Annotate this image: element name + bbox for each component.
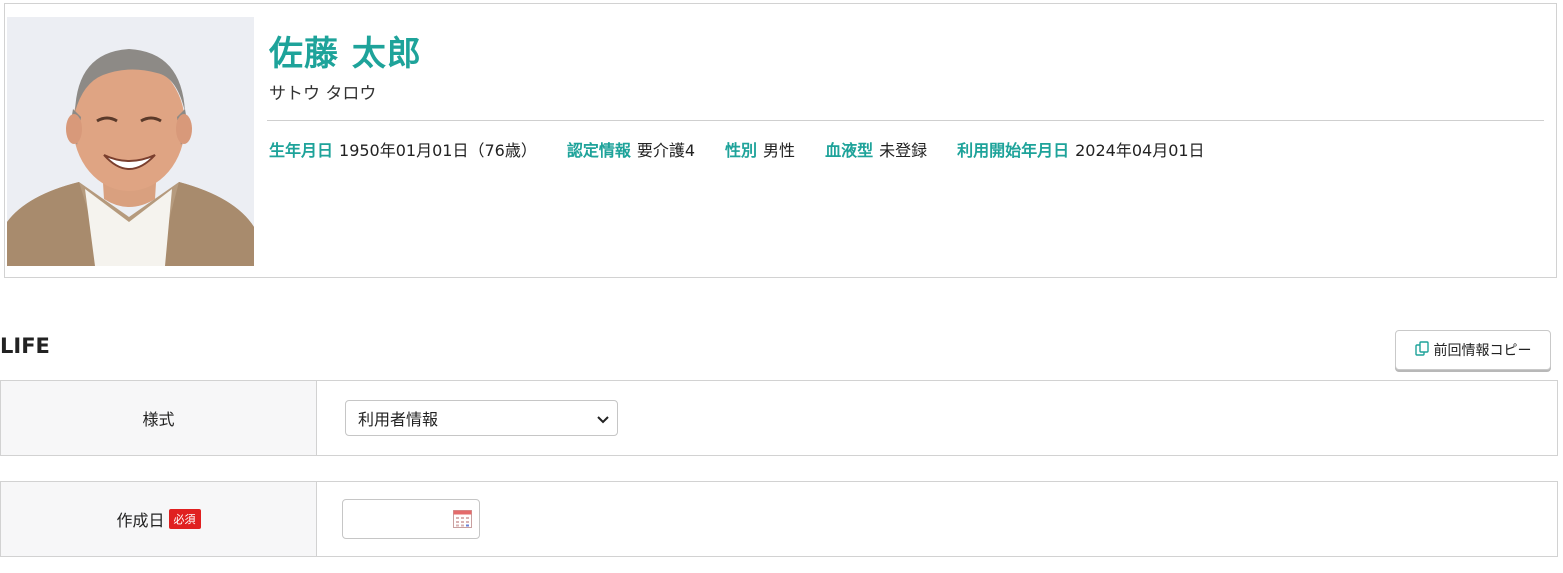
copy-icon [1414, 340, 1434, 360]
profile-divider [267, 120, 1544, 121]
style-select-value: 利用者情報 [358, 410, 439, 429]
form-row-style: 様式 利用者情報 [0, 380, 1558, 456]
created-date-label-cell: 作成日 必須 [1, 482, 317, 556]
created-date-label: 作成日 [116, 511, 165, 530]
required-badge: 必須 [168, 509, 201, 529]
created-date-input[interactable] [342, 499, 480, 539]
info-label: 利用開始年月日 [957, 141, 1070, 160]
info-care-level: 認定情報 要介護4 [567, 137, 695, 161]
info-birthdate: 生年月日 1950年01月01日（76歳） [269, 137, 537, 161]
info-value: 1950年01月01日（76歳） [339, 141, 537, 160]
form-row-created-date: 作成日 必須 [0, 481, 1558, 557]
user-name-kana: サトウ タロウ [269, 84, 377, 104]
info-start-date: 利用開始年月日 2024年04月01日 [957, 137, 1204, 161]
created-date-value-cell [317, 482, 1557, 556]
style-label: 様式 [1, 381, 317, 455]
info-blood-type: 血液型 未登録 [825, 137, 927, 161]
info-label: 血液型 [825, 141, 874, 160]
profile-card: 佐藤 太郎 サトウ タロウ 生年月日 1950年01月01日（76歳） 認定情報要… [4, 3, 1557, 278]
chevron-down-icon [597, 409, 609, 428]
user-name: 佐藤 太郎 [269, 34, 422, 74]
info-gender: 性別 男性 [725, 137, 795, 161]
section-title: LIFE [0, 334, 50, 358]
copy-previous-label: 前回情報コピー [1433, 343, 1532, 359]
style-select[interactable]: 利用者情報 [345, 400, 618, 436]
info-value: 未登録 [879, 141, 928, 160]
copy-previous-button[interactable]: 前回情報コピー [1395, 330, 1551, 370]
info-value: 2024年04月01日 [1075, 141, 1205, 160]
profile-info-row: 生年月日 1950年01月01日（76歳） 認定情報 要介護4 性別 男性 血液型 未登… [269, 137, 1235, 161]
info-label: 性別 [725, 141, 758, 160]
calendar-icon[interactable] [453, 510, 472, 532]
style-value-cell: 利用者情報 [317, 381, 1557, 455]
info-label: 認定情報 [566, 141, 631, 160]
info-label: 生年月日 [269, 141, 334, 160]
info-value: 要介護4 [636, 141, 696, 160]
user-photo [7, 17, 254, 266]
info-value: 男性 [763, 141, 796, 160]
